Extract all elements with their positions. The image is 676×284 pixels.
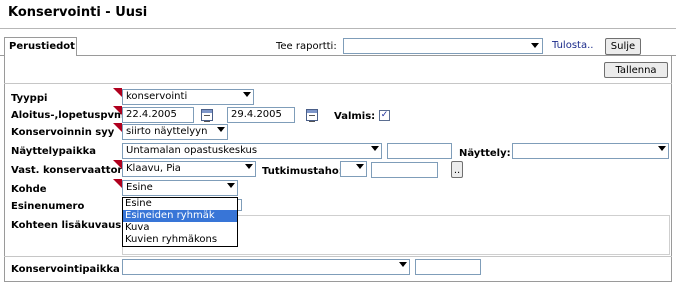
tutkimustaho-extra-input[interactable] (371, 162, 438, 178)
report-label: Tee raportti: (276, 41, 337, 52)
start-date-input[interactable]: 22.4.2005 (122, 107, 194, 123)
chevron-down-icon (658, 146, 666, 151)
print-link[interactable]: Tulosta.. (552, 40, 593, 51)
tab-perustiedot[interactable]: Perustiedot (4, 37, 77, 56)
valmis-checkbox[interactable]: ✓ (379, 110, 390, 121)
kohde-select[interactable]: Esine (122, 180, 238, 196)
kohde-option[interactable]: Kuva (123, 222, 237, 234)
valmis-label: Valmis: (334, 111, 376, 122)
chevron-down-icon (217, 127, 225, 132)
tyyppi-select[interactable]: konservointi (122, 89, 254, 105)
syy-label: Konservoinnin syy (11, 127, 115, 138)
section-divider (4, 83, 672, 84)
tutkimustaho-select[interactable] (340, 161, 367, 177)
nayttelypaikka-extra-input[interactable] (387, 143, 452, 159)
required-marker-icon (113, 123, 122, 132)
report-select[interactable] (343, 38, 543, 54)
konservaattori-label: Vast. konservaattori (11, 165, 126, 176)
chevron-down-icon (371, 146, 379, 151)
header-divider (0, 28, 676, 29)
syy-select[interactable]: siirto näyttelyyn (122, 124, 228, 140)
dates-label: Aloitus-,lopetuspvm (11, 110, 125, 121)
required-marker-icon (113, 106, 122, 115)
kohde-dropdown-list: Esine Esineiden ryhmäk Kuva Kuvien ryhmä… (122, 197, 238, 247)
page-title: Konservointi - Uusi (8, 5, 148, 20)
nayttely-select[interactable] (512, 143, 669, 159)
konservaattori-select[interactable]: Klaavu, Pia (122, 161, 256, 177)
required-marker-icon (113, 179, 122, 188)
kohde-option-highlighted[interactable]: Esineiden ryhmäk (123, 210, 237, 222)
konservointipaikka-label: Konservointipaikka (11, 264, 120, 275)
save-button[interactable]: Tallenna (604, 62, 668, 78)
nayttelypaikka-label: Näyttelypaikka (11, 146, 96, 157)
section-divider (4, 256, 672, 257)
nayttelypaikka-select[interactable]: Untamalan opastuskeskus (122, 143, 382, 159)
esinenumero-label: Esinenumero (11, 201, 85, 212)
chevron-down-icon (356, 164, 364, 169)
chevron-down-icon (245, 164, 253, 169)
calendar-icon[interactable] (201, 109, 213, 122)
nayttely-label: Näyttely: (459, 148, 511, 159)
kohde-label: Kohde (11, 184, 47, 195)
kohde-option[interactable]: Kuvien ryhmäkons (123, 234, 237, 246)
end-date-input[interactable]: 29.4.2005 (227, 107, 295, 123)
konservointipaikka-select[interactable] (122, 259, 410, 275)
chevron-down-icon (227, 183, 235, 188)
close-button[interactable]: Sulje (605, 38, 641, 55)
lisakuvaus-label: Kohteen lisäkuvaus (11, 220, 122, 231)
required-marker-icon (113, 160, 122, 169)
chevron-down-icon (243, 92, 251, 97)
chevron-down-icon (399, 262, 407, 267)
tutkimustaho-lookup-button[interactable]: .. (451, 161, 463, 178)
konservointipaikka-extra-input[interactable] (415, 259, 481, 275)
chevron-down-icon (531, 43, 539, 48)
tutkimustaho-label: Tutkimustaho: (262, 166, 343, 177)
tyyppi-label: Tyyppi (11, 93, 48, 104)
required-marker-icon (113, 88, 122, 97)
calendar-icon[interactable] (306, 109, 318, 122)
kohde-option[interactable]: Esine (123, 198, 237, 210)
